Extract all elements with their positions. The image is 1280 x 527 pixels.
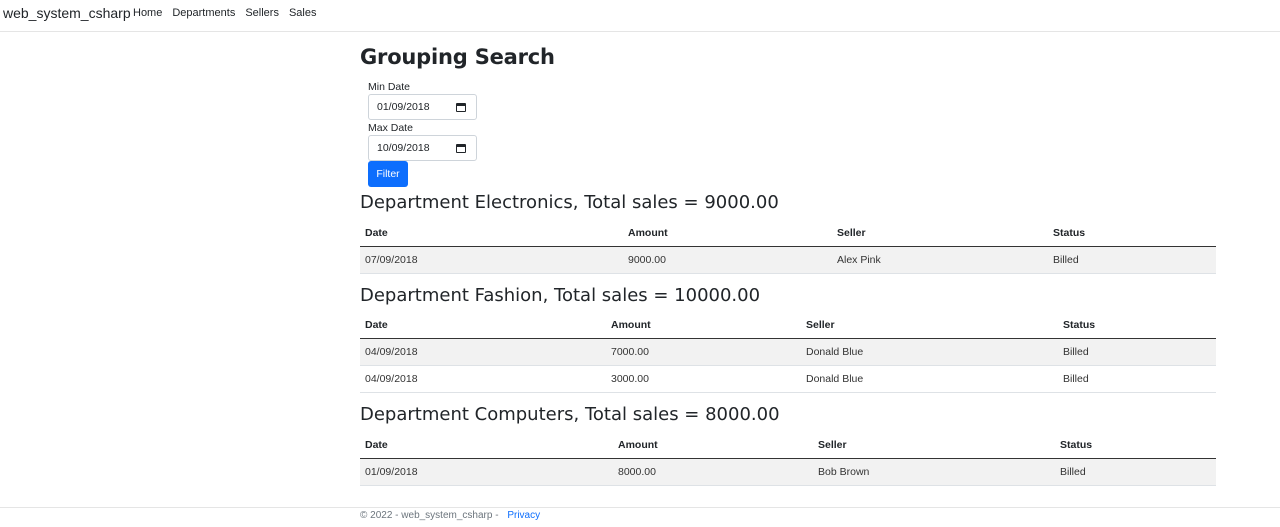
cell-seller: Donald Blue bbox=[801, 338, 1058, 366]
min-date-label: Min Date bbox=[368, 81, 411, 93]
cell-status: Billed bbox=[1048, 246, 1216, 274]
column-header-date: Date bbox=[360, 220, 623, 247]
sales-table: Date Amount Seller Status 07/09/2018 900… bbox=[360, 220, 1216, 274]
column-header-seller: Seller bbox=[813, 432, 1055, 459]
cell-amount: 7000.00 bbox=[606, 338, 801, 366]
table-header-row: Date Amount Seller Status bbox=[360, 220, 1216, 247]
cell-status: Billed bbox=[1058, 365, 1216, 393]
nav-links: Home Departments Sellers Sales bbox=[133, 7, 326, 19]
column-header-status: Status bbox=[1058, 312, 1216, 339]
table-row: 07/09/2018 9000.00 Alex Pink Billed bbox=[360, 246, 1216, 274]
department-title: Department Fashion, Total sales = 10000.… bbox=[360, 285, 761, 306]
department-title: Department Computers, Total sales = 8000… bbox=[360, 404, 780, 425]
nav-link-sellers[interactable]: Sellers bbox=[245, 7, 279, 19]
column-header-amount: Amount bbox=[623, 220, 832, 247]
nav-link-sales[interactable]: Sales bbox=[289, 7, 317, 19]
brand-link[interactable]: web_system_csharp bbox=[3, 5, 131, 21]
column-header-seller: Seller bbox=[832, 220, 1048, 247]
table-row: 04/09/2018 3000.00 Donald Blue Billed bbox=[360, 365, 1216, 393]
calendar-icon[interactable] bbox=[456, 144, 466, 153]
calendar-icon[interactable] bbox=[456, 103, 466, 112]
table-row: 01/09/2018 8000.00 Bob Brown Billed bbox=[360, 458, 1216, 486]
cell-date: 04/09/2018 bbox=[360, 338, 606, 366]
sales-table: Date Amount Seller Status 04/09/2018 700… bbox=[360, 312, 1216, 393]
cell-status: Billed bbox=[1058, 338, 1216, 366]
top-navbar: web_system_csharp Home Departments Selle… bbox=[0, 0, 1280, 32]
column-header-amount: Amount bbox=[613, 432, 813, 459]
nav-link-home[interactable]: Home bbox=[133, 7, 162, 19]
table-header-row: Date Amount Seller Status bbox=[360, 432, 1216, 459]
cell-seller: Bob Brown bbox=[813, 458, 1055, 486]
cell-amount: 3000.00 bbox=[606, 365, 801, 393]
max-date-value: 10/09/2018 bbox=[377, 142, 430, 154]
table-header-row: Date Amount Seller Status bbox=[360, 312, 1216, 339]
column-header-status: Status bbox=[1048, 220, 1216, 247]
column-header-seller: Seller bbox=[801, 312, 1058, 339]
cell-date: 01/09/2018 bbox=[360, 458, 613, 486]
max-date-input[interactable]: 10/09/2018 bbox=[368, 135, 477, 161]
department-title: Department Electronics, Total sales = 90… bbox=[360, 192, 779, 213]
cell-seller: Alex Pink bbox=[832, 246, 1048, 274]
nav-link-departments[interactable]: Departments bbox=[172, 7, 235, 19]
page-title: Grouping Search bbox=[360, 45, 555, 69]
column-header-date: Date bbox=[360, 312, 606, 339]
footer: © 2022 - web_system_csharp - Privacy bbox=[0, 507, 1280, 527]
sales-table: Date Amount Seller Status 01/09/2018 800… bbox=[360, 432, 1216, 486]
column-header-status: Status bbox=[1055, 432, 1216, 459]
cell-seller: Donald Blue bbox=[801, 365, 1058, 393]
min-date-input[interactable]: 01/09/2018 bbox=[368, 94, 477, 120]
max-date-label: Max Date bbox=[368, 122, 413, 134]
column-header-amount: Amount bbox=[606, 312, 801, 339]
table-row: 04/09/2018 7000.00 Donald Blue Billed bbox=[360, 338, 1216, 366]
cell-status: Billed bbox=[1055, 458, 1216, 486]
cell-date: 04/09/2018 bbox=[360, 365, 606, 393]
filter-button[interactable]: Filter bbox=[368, 161, 408, 187]
cell-amount: 9000.00 bbox=[623, 246, 832, 274]
min-date-value: 01/09/2018 bbox=[377, 101, 430, 113]
cell-amount: 8000.00 bbox=[613, 458, 813, 486]
column-header-date: Date bbox=[360, 432, 613, 459]
cell-date: 07/09/2018 bbox=[360, 246, 623, 274]
